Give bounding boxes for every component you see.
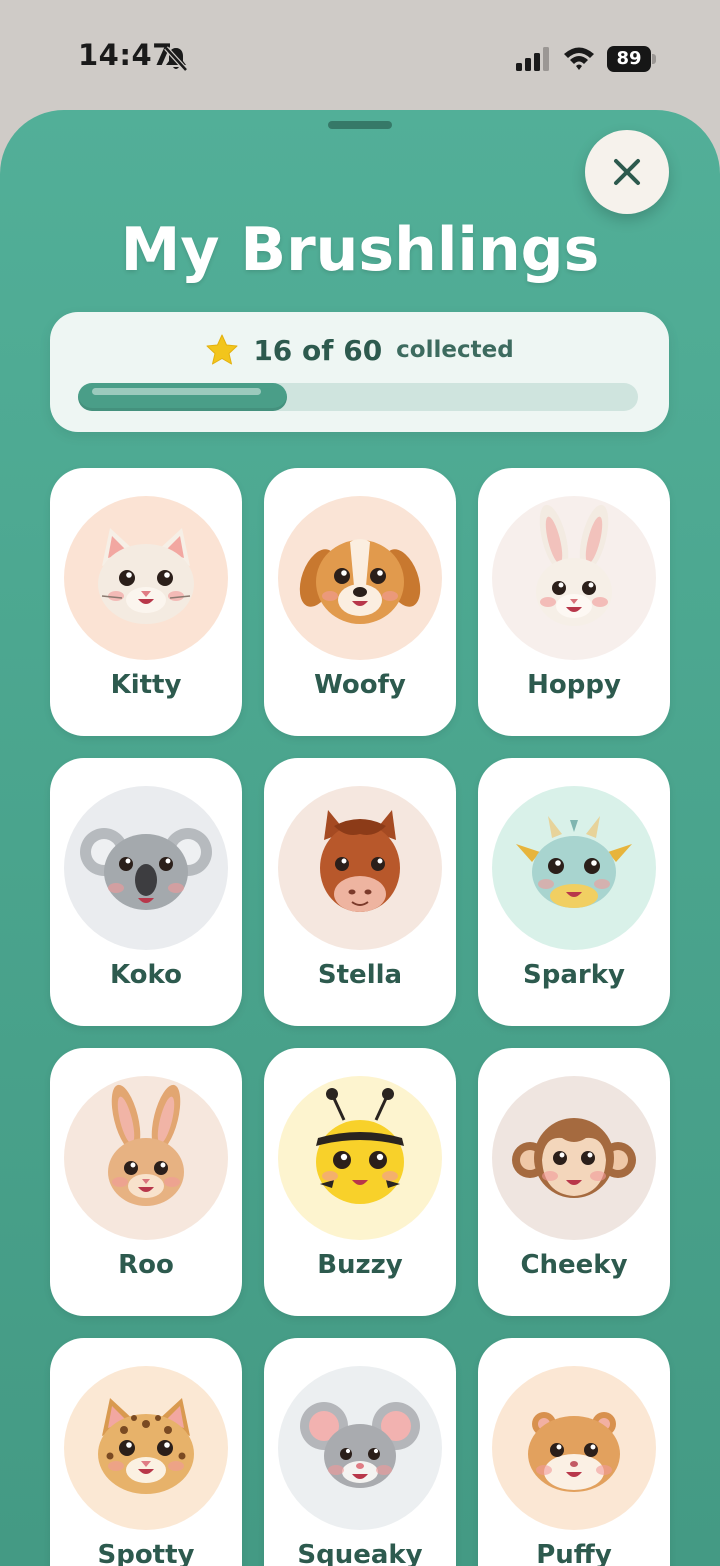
dragon-face-icon [516,816,632,908]
brushling-name: Hoppy [527,670,621,700]
brushling-name: Spotty [97,1540,195,1566]
bell-slash-icon [164,46,188,72]
brushling-card-woofy[interactable]: Woofy [264,468,456,736]
brushlings-grid: Kitty Woofy Hoppy Koko Stella Sparky Roo Buzzy C… [50,468,670,1566]
bunny-face-icon [536,504,612,626]
brushling-card-spotty[interactable]: Spotty [50,1338,242,1566]
brushling-name: Cheeky [520,1250,628,1280]
battery-icon: 89 [607,46,651,72]
brushling-card-sparky[interactable]: Sparky [478,758,670,1026]
battery-cap [652,54,656,64]
brushling-card-koko[interactable]: Koko [50,758,242,1026]
dog-face-icon [299,539,421,624]
brushling-name: Puffy [536,1540,612,1566]
mouse-face-icon [300,1402,420,1488]
leopard-face-icon [98,1398,194,1494]
wifi-icon [564,47,594,70]
collection-progress-card: 16 of 60 collected [50,312,669,432]
brushling-card-puffy[interactable]: Puffy [478,1338,670,1566]
brushling-card-hoppy[interactable]: Hoppy [478,468,670,736]
status-bar: 14:47 89 [0,0,720,110]
close-icon [614,159,640,185]
brushling-name: Sparky [523,960,625,990]
progress-bar-fill [78,383,287,411]
brushling-name: Buzzy [317,1250,403,1280]
dragon-avatar [492,786,656,950]
progress-summary: 16 of 60 collected [50,330,669,370]
hamster-face-icon [528,1412,620,1492]
dog-avatar [278,496,442,660]
brushling-card-squeaky[interactable]: Squeaky [264,1338,456,1566]
brushling-card-cheeky[interactable]: Cheeky [478,1048,670,1316]
bee-face-icon [316,1088,404,1204]
brushling-name: Kitty [110,670,182,700]
horse-face-icon [320,810,400,912]
monkey-avatar [492,1076,656,1240]
bee-avatar [278,1076,442,1240]
page-title: My Brushlings [120,215,600,285]
brushling-card-roo[interactable]: Roo [50,1048,242,1316]
brushling-name: Koko [109,960,182,990]
koala-avatar [64,786,228,950]
progress-count: 16 of 60 [253,333,383,367]
star-icon [206,334,238,365]
cat-face-icon [98,528,194,624]
progress-bar [78,383,638,411]
monkey-face-icon [512,1118,636,1198]
brushling-card-stella[interactable]: Stella [264,758,456,1026]
brushling-name: Roo [118,1250,174,1280]
mouse-avatar [278,1366,442,1530]
brushlings-sheet: My Brushlings 16 of 60 collected Kitty Wo… [0,110,720,1566]
koala-face-icon [80,828,212,910]
sheet-grabber[interactable] [328,121,392,129]
horse-avatar [278,786,442,950]
progress-bar-shine [92,388,261,395]
brushling-card-kitty[interactable]: Kitty [50,468,242,736]
cat-avatar [64,496,228,660]
brushling-name: Woofy [314,670,406,700]
brushling-card-buzzy[interactable]: Buzzy [264,1048,456,1316]
leopard-avatar [64,1366,228,1530]
brushling-name: Stella [317,960,403,990]
kangaroo-face-icon [108,1084,184,1206]
status-time: 14:47 [78,38,173,72]
kangaroo-avatar [64,1076,228,1240]
close-button[interactable] [585,130,669,214]
signal-icon [516,47,549,71]
progress-suffix: collected [396,337,514,363]
hamster-avatar [492,1366,656,1530]
bunny-avatar [492,496,656,660]
brushling-name: Squeaky [297,1540,423,1566]
